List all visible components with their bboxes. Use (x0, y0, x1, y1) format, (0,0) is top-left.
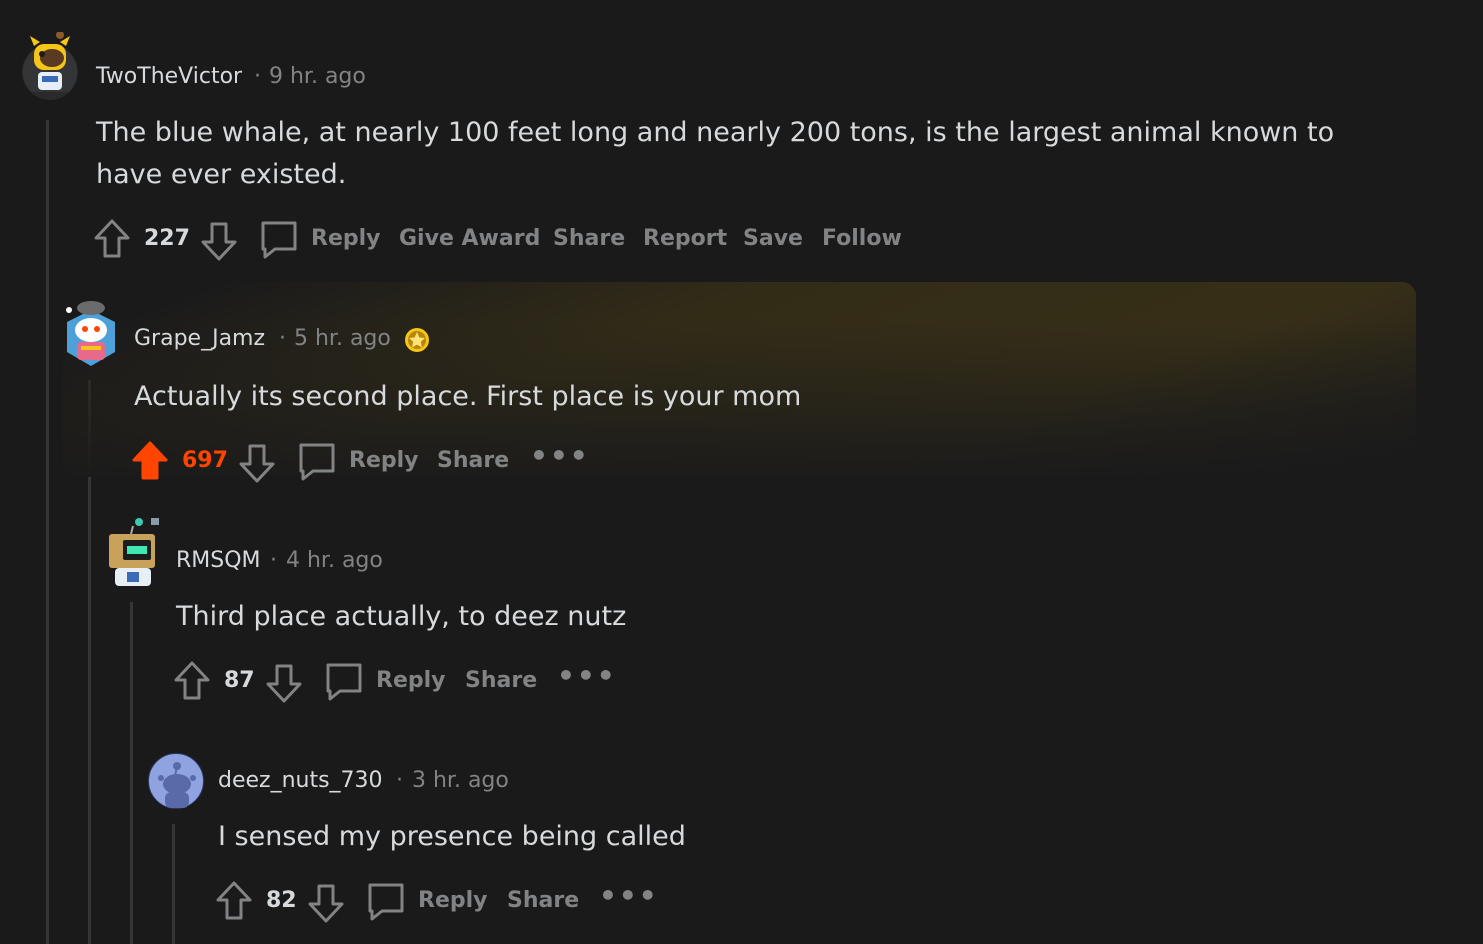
more-icon[interactable]: ••• (557, 662, 617, 690)
thread-line-1[interactable] (46, 120, 49, 944)
reply-button[interactable]: Reply (349, 448, 419, 473)
separator: · (279, 326, 286, 351)
separator: · (254, 64, 261, 89)
username[interactable]: deez_nuts_730 (218, 768, 383, 793)
give-award-button[interactable]: Give Award (399, 226, 540, 251)
username[interactable]: TwoTheVictor (96, 64, 242, 89)
comment-bubble-icon[interactable] (324, 661, 364, 703)
share-button[interactable]: Share (553, 226, 625, 251)
avatar[interactable] (105, 518, 161, 588)
comment-bubble-icon[interactable] (366, 881, 406, 923)
upvote-icon[interactable] (215, 880, 253, 922)
share-button[interactable]: Share (437, 448, 509, 473)
more-icon[interactable]: ••• (530, 442, 590, 470)
comment-body: I sensed my presence being called (218, 821, 686, 852)
avatar[interactable] (148, 753, 204, 809)
avatar[interactable] (63, 301, 119, 366)
thread-line-4[interactable] (172, 824, 175, 944)
share-button[interactable]: Share (465, 668, 537, 693)
reply-button[interactable]: Reply (418, 888, 488, 913)
report-button[interactable]: Report (643, 226, 727, 251)
username[interactable]: RMSQM (176, 548, 261, 573)
upvote-icon[interactable] (93, 218, 131, 260)
comment-body: Actually its second place. First place i… (134, 381, 802, 412)
avatar[interactable] (22, 32, 78, 100)
timestamp[interactable]: 3 hr. ago (412, 768, 509, 793)
upvote-icon[interactable] (131, 440, 169, 482)
separator: · (270, 548, 277, 573)
vote-score: 82 (266, 888, 297, 913)
vote-score: 227 (144, 226, 190, 251)
timestamp[interactable]: 9 hr. ago (269, 64, 366, 89)
reply-button[interactable]: Reply (376, 668, 446, 693)
username[interactable]: Grape_Jamz (134, 326, 265, 351)
timestamp[interactable]: 4 hr. ago (286, 548, 383, 573)
vote-score: 697 (182, 448, 228, 473)
comment-bubble-icon[interactable] (297, 441, 337, 483)
award-icon[interactable] (403, 326, 431, 354)
downvote-icon[interactable] (265, 662, 303, 704)
share-button[interactable]: Share (507, 888, 579, 913)
comment-bubble-icon[interactable] (259, 219, 299, 261)
downvote-icon[interactable] (307, 882, 345, 924)
downvote-icon[interactable] (200, 220, 238, 262)
more-icon[interactable]: ••• (599, 882, 659, 910)
thread-line-3[interactable] (130, 602, 133, 944)
comment-body: The blue whale, at nearly 100 feet long … (96, 117, 1335, 190)
comment-body: Third place actually, to deez nutz (176, 601, 627, 632)
timestamp[interactable]: 5 hr. ago (294, 326, 391, 351)
reply-button[interactable]: Reply (311, 226, 381, 251)
downvote-icon[interactable] (238, 442, 276, 484)
save-button[interactable]: Save (743, 226, 803, 251)
vote-score: 87 (224, 668, 255, 693)
upvote-icon[interactable] (173, 660, 211, 702)
follow-button[interactable]: Follow (822, 226, 902, 251)
separator: · (396, 768, 403, 793)
